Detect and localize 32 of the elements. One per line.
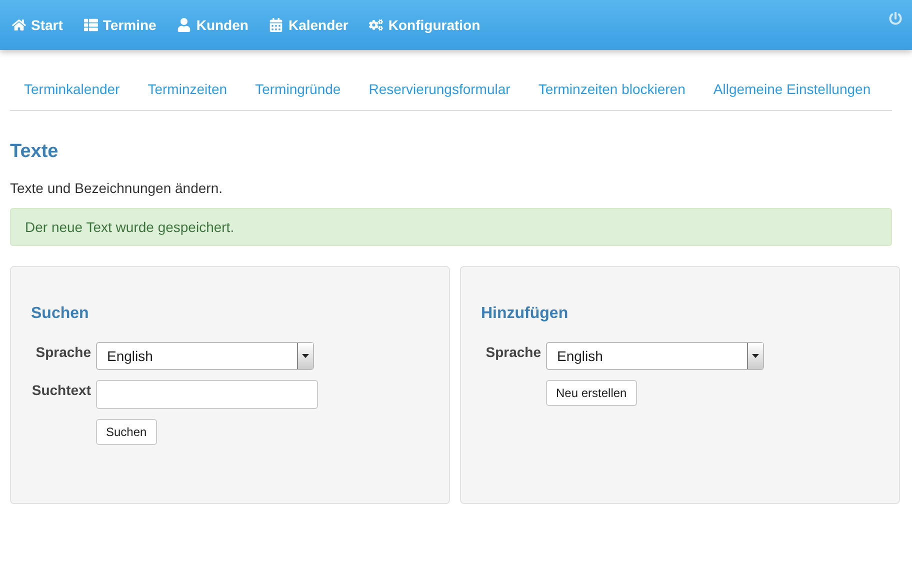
calendar-icon [269, 18, 284, 32]
submit-button[interactable]: Suchen [96, 419, 157, 445]
page-heading: Texte [10, 141, 60, 163]
field-label: Suchtext [31, 381, 91, 398]
nav-link[interactable]: Kunden [177, 17, 248, 33]
sub-nav-link[interactable]: Terminkalender [10, 81, 134, 97]
nav-link[interactable]: Termine [84, 17, 156, 33]
submit-button[interactable]: Neu erstellen [546, 380, 637, 406]
nav-link[interactable]: Kalender [269, 17, 348, 33]
search-text-field[interactable] [96, 380, 318, 409]
language-select[interactable]: English [546, 342, 764, 370]
sub-nav-link[interactable]: Termingründe [241, 81, 355, 97]
nav-link[interactable]: Start [12, 17, 63, 33]
list-icon [84, 18, 98, 32]
panel-title: Suchen [31, 305, 90, 323]
field-label: Sprache [34, 343, 91, 360]
caret-icon [302, 354, 309, 358]
language-select[interactable]: English [96, 342, 314, 370]
user-icon [177, 18, 192, 32]
sub-nav-link[interactable]: Terminzeiten blockieren [524, 81, 700, 97]
sub-nav-link[interactable]: Allgemeine Einstellungen [699, 81, 885, 97]
success-alert: Der neue Text wurde gespeichert. [10, 208, 892, 246]
sub-nav-link[interactable]: Terminzeiten [134, 81, 242, 97]
caret-icon [752, 354, 759, 358]
sub-nav-link[interactable]: Reservierungsformular [354, 81, 524, 97]
page-description: Texte und Bezeichnungen ändern. [10, 180, 224, 196]
nav-link[interactable]: Konfiguration [369, 17, 480, 33]
panel-title: Hinzufügen [481, 305, 570, 323]
home-icon [12, 18, 26, 32]
field-label: Sprache [484, 343, 541, 360]
gears-icon [369, 18, 384, 32]
power-icon[interactable] [889, 12, 902, 25]
